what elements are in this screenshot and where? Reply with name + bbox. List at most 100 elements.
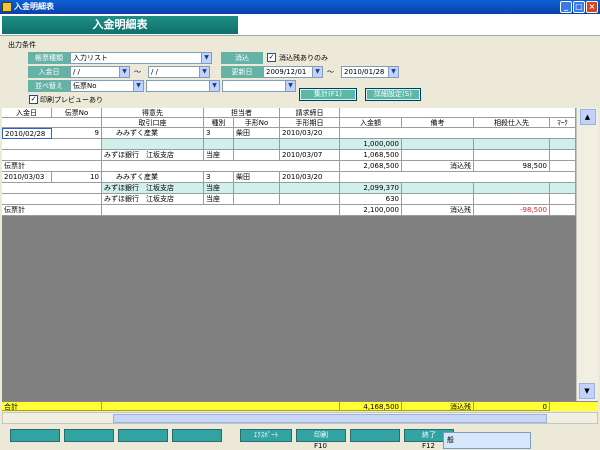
- function-button-4[interactable]: [172, 429, 222, 442]
- updated-date-from[interactable]: 2009/12/01 ▼: [263, 66, 323, 78]
- cell-mark[interactable]: [550, 183, 576, 194]
- horizontal-scrollbar[interactable]: [2, 412, 598, 424]
- function-button-3[interactable]: [118, 429, 168, 442]
- cell-account[interactable]: みずほ銀行 江坂支店: [102, 194, 204, 205]
- cell-note-no[interactable]: [234, 150, 280, 161]
- table-row[interactable]: 2010/03/03 10 みみずく産業 3 柴田 2010/03/20: [2, 172, 576, 183]
- cell-amount[interactable]: 630: [340, 194, 402, 205]
- deposit-date-to[interactable]: / / ▼: [148, 66, 210, 78]
- slip-total-amount: 2,068,500: [340, 161, 402, 172]
- cell-remark[interactable]: [402, 139, 474, 150]
- cell-slip-no[interactable]: 9: [52, 128, 102, 139]
- cell-remark[interactable]: [402, 150, 474, 161]
- settled-only-checkbox[interactable]: ✓: [267, 53, 276, 62]
- cell-amount[interactable]: 1,068,500: [340, 150, 402, 161]
- table-row[interactable]: みずほ銀行 江坂支店 当座 2,099,370: [2, 183, 576, 194]
- chevron-down-icon[interactable]: ▼: [199, 67, 209, 77]
- cell-note-no[interactable]: [234, 194, 280, 205]
- cell-customer[interactable]: みみずく産業: [102, 172, 204, 183]
- chevron-down-icon[interactable]: ▼: [119, 67, 129, 77]
- cell-blank: [2, 150, 102, 161]
- window-title: 入金明細表: [14, 2, 54, 11]
- minimize-icon[interactable]: _: [560, 1, 572, 13]
- function-button-7[interactable]: [350, 429, 400, 442]
- cell-customer[interactable]: みみずく産業: [102, 128, 204, 139]
- scroll-down-icon[interactable]: ▼: [579, 383, 595, 399]
- cell-date[interactable]: 2010/03/03: [2, 172, 52, 183]
- cell-note-due[interactable]: [280, 183, 340, 194]
- cell-remark[interactable]: [402, 194, 474, 205]
- scroll-up-icon[interactable]: ▲: [579, 109, 596, 125]
- cell-bill-date[interactable]: 2010/03/20: [280, 128, 340, 139]
- cell-account[interactable]: みずほ銀行 江坂支店: [102, 183, 204, 194]
- grand-total-amount: 4,168,500: [340, 402, 402, 411]
- cell-kind[interactable]: 当座: [204, 183, 234, 194]
- preview-checkbox[interactable]: ✓: [29, 95, 38, 104]
- cell-offset[interactable]: [474, 194, 550, 205]
- cell-person[interactable]: 柴田: [234, 128, 280, 139]
- cell-offset[interactable]: [474, 183, 550, 194]
- cell-note-no[interactable]: [234, 139, 280, 150]
- header-kind: 種別: [204, 118, 234, 128]
- detail-settings-button[interactable]: 詳細設定(S): [365, 88, 421, 101]
- cell-kind[interactable]: [204, 139, 234, 150]
- ime-toolbar[interactable]: 般: [443, 432, 531, 449]
- cell-offset[interactable]: [474, 150, 550, 161]
- cell-note-due[interactable]: 2010/03/07: [280, 150, 340, 161]
- cell-kind[interactable]: 当座: [204, 150, 234, 161]
- cell-blank: [102, 205, 340, 216]
- scroll-thumb[interactable]: [113, 414, 547, 423]
- sort-select-1[interactable]: 伝票No ▼: [70, 80, 144, 92]
- chevron-down-icon[interactable]: ▼: [209, 81, 219, 91]
- cell-amount[interactable]: 2,099,370: [340, 183, 402, 194]
- chevron-down-icon[interactable]: ▼: [312, 67, 322, 77]
- deposit-date-label: 入金日: [28, 66, 70, 78]
- deposit-date-from-value: / /: [73, 68, 80, 76]
- cell-bill-date[interactable]: 2010/03/20: [280, 172, 340, 183]
- cell-mark[interactable]: [550, 139, 576, 150]
- function-button-1[interactable]: [10, 429, 60, 442]
- export-button[interactable]: ｴｸｽﾎﾟｰﾄ: [240, 429, 292, 442]
- cell-slip-no[interactable]: 10: [52, 172, 102, 183]
- header-mark: ﾏｰｸ: [550, 118, 576, 128]
- cell-account[interactable]: みずほ銀行 江坂支店: [102, 150, 204, 161]
- detail-grid: 入金日 伝票No 得意先 担当者 請求締日 取引口座 種別 手形No 手形期日 …: [2, 108, 576, 401]
- print-button[interactable]: 印刷: [296, 429, 346, 442]
- table-row[interactable]: 1,000,000: [2, 139, 576, 150]
- maximize-icon[interactable]: □: [573, 1, 585, 13]
- cell-kind[interactable]: 当座: [204, 194, 234, 205]
- cell-note-no[interactable]: [234, 183, 280, 194]
- cell-note-due[interactable]: [280, 139, 340, 150]
- cell-mark[interactable]: [550, 194, 576, 205]
- close-icon[interactable]: ×: [586, 1, 598, 13]
- chevron-down-icon[interactable]: ▼: [388, 67, 398, 77]
- cell-date[interactable]: 2010/02/28: [2, 128, 52, 139]
- cell-offset[interactable]: [474, 139, 550, 150]
- table-row[interactable]: 2010/02/28 9 みみずく産業 3 柴田 2010/03/20: [2, 128, 576, 139]
- header-bill-date: 請求締日: [280, 108, 340, 118]
- cell-account[interactable]: [102, 139, 204, 150]
- aggregate-button[interactable]: 集計(F1): [299, 88, 357, 101]
- chevron-down-icon[interactable]: ▼: [133, 81, 143, 91]
- vertical-scrollbar[interactable]: ▲ ▼: [576, 108, 598, 401]
- table-row[interactable]: みずほ銀行 江坂支店 当座 2010/03/07 1,068,500: [2, 150, 576, 161]
- sort-select-3[interactable]: ▼: [222, 80, 296, 92]
- cell-blank: [102, 402, 340, 411]
- sort-select-2[interactable]: ▼: [146, 80, 220, 92]
- cell-note-due[interactable]: [280, 194, 340, 205]
- function-button-2[interactable]: [64, 429, 114, 442]
- cell-mark[interactable]: [550, 150, 576, 161]
- cell-remark[interactable]: [402, 183, 474, 194]
- updated-date-to[interactable]: 2010/01/28 ▼: [341, 66, 399, 78]
- deposit-date-from[interactable]: / / ▼: [70, 66, 130, 78]
- cell-person[interactable]: 柴田: [234, 172, 280, 183]
- form-type-select[interactable]: 入力リスト ▼: [70, 52, 212, 64]
- header-note-no: 手形No: [234, 118, 280, 128]
- chevron-down-icon[interactable]: ▼: [201, 53, 211, 63]
- header-amount: 入金額: [340, 118, 402, 128]
- cell-amount[interactable]: 1,000,000: [340, 139, 402, 150]
- chevron-down-icon[interactable]: ▼: [285, 81, 295, 91]
- cell-type[interactable]: 3: [204, 172, 234, 183]
- cell-type[interactable]: 3: [204, 128, 234, 139]
- table-row[interactable]: みずほ銀行 江坂支店 当座 630: [2, 194, 576, 205]
